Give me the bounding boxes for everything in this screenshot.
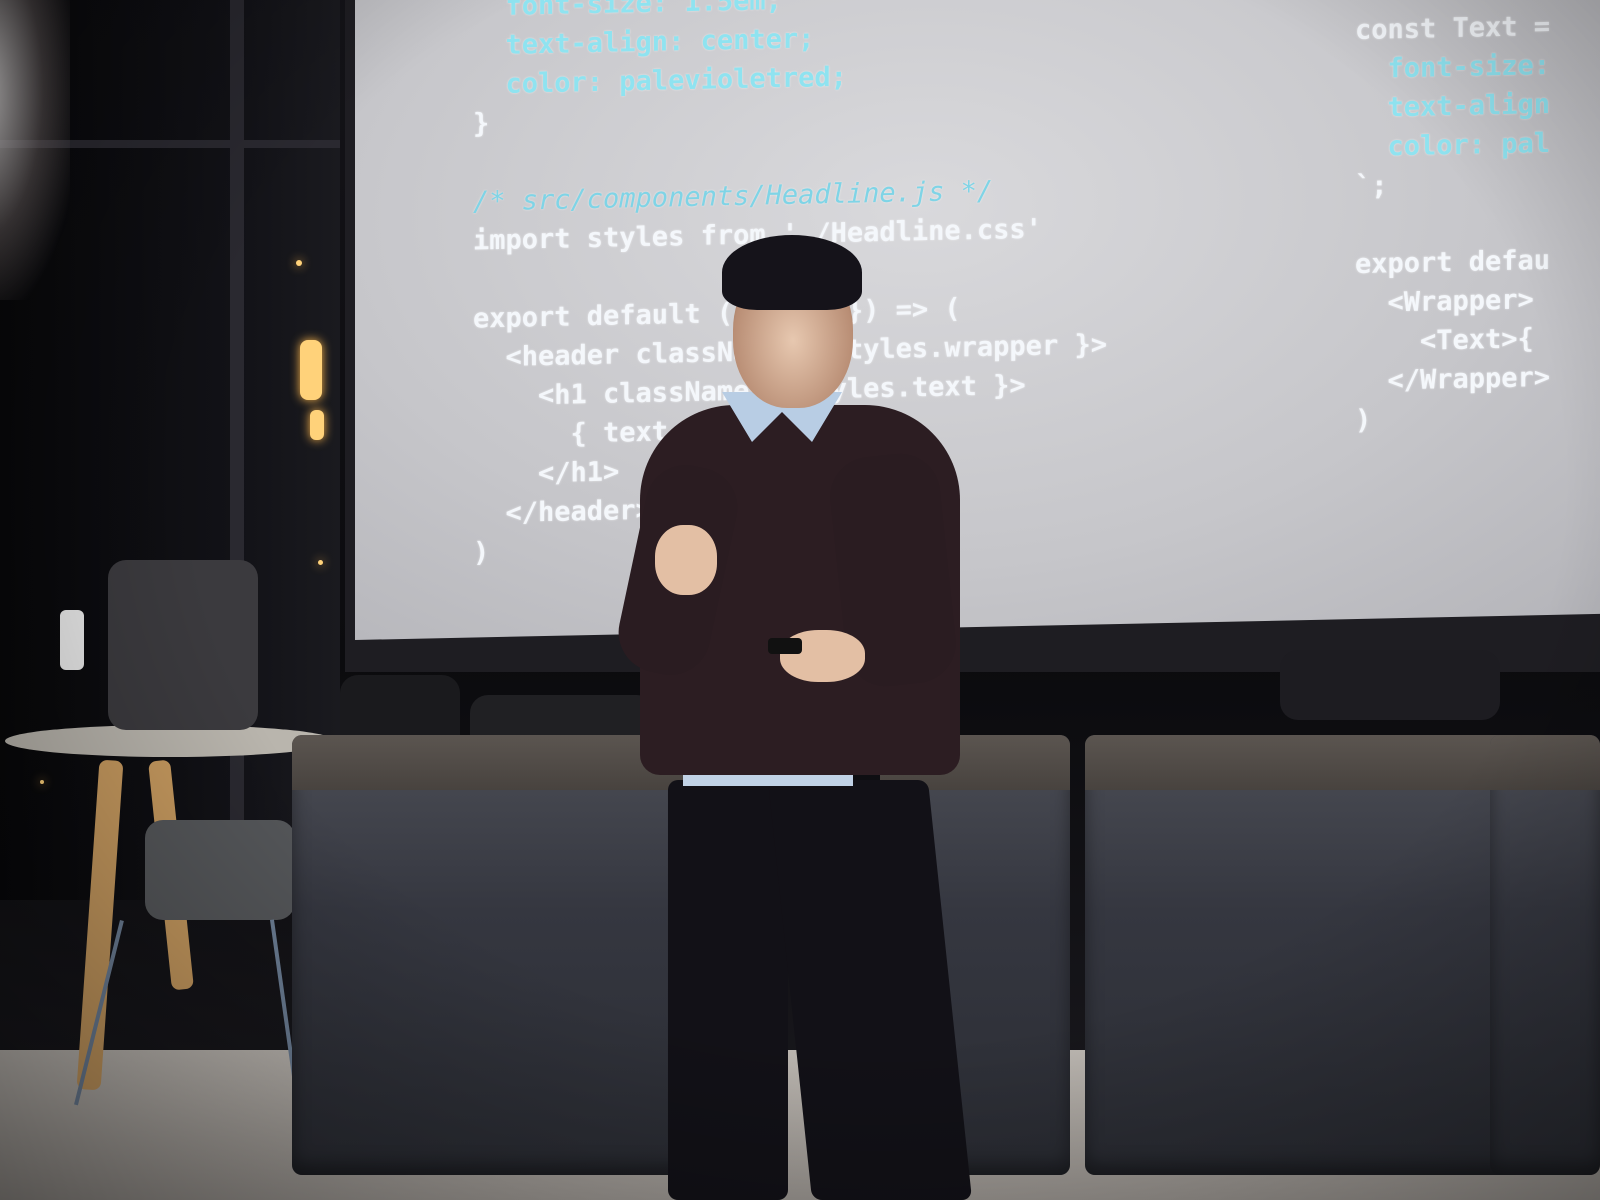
code-line: </h1>	[473, 456, 620, 491]
code-line: font-size: 1.5em;	[473, 0, 782, 23]
city-light	[40, 780, 44, 784]
code-line: text-align: center;	[473, 23, 815, 62]
bench-top	[1490, 735, 1600, 790]
city-light	[296, 260, 302, 266]
code-line: font-size:	[1355, 49, 1551, 86]
code-comment: /* src/components/Headline.js */	[473, 175, 994, 218]
code-line: color: palevioletred;	[473, 61, 847, 101]
city-light	[310, 410, 324, 440]
backpack	[108, 560, 258, 730]
bench-top	[292, 735, 687, 790]
code-line: export default ({ text }) => (	[473, 293, 961, 335]
code-line: <Wrapper>	[1355, 284, 1534, 320]
bench-seat	[1490, 735, 1600, 1175]
code-line: export defau	[1355, 244, 1551, 281]
city-light	[300, 340, 322, 400]
bag	[145, 820, 295, 920]
code-line: <header className={ styles.wrapper }>	[473, 329, 1107, 374]
code-line: )	[1355, 404, 1372, 437]
window-mullion	[230, 0, 244, 900]
code-line: const Text =	[1355, 10, 1551, 47]
bench-top	[1085, 735, 1525, 790]
code-line: `;	[1355, 170, 1388, 203]
camera-device	[60, 610, 84, 670]
bench-seat	[1085, 735, 1525, 1175]
code-line: )	[473, 537, 490, 569]
bag	[1280, 650, 1500, 720]
code-line: }	[473, 108, 490, 140]
code-block-right: const Text = font-size: text-align color…	[1355, 7, 1550, 440]
code-line: color: pal	[1355, 127, 1551, 164]
code-line: text-align	[1355, 88, 1551, 125]
code-line: </Wrapper>	[1355, 361, 1551, 398]
code-line: import styles from './Headline.css'	[473, 213, 1042, 257]
blurred-foreground-object	[0, 0, 70, 300]
code-line: </header>	[473, 494, 652, 530]
code-block-left: font-size: 1.5em; text-align: center; co…	[473, 0, 1107, 573]
code-line: { text }	[473, 415, 701, 452]
projector-screen: font-size: 1.5em; text-align: center; co…	[355, 0, 1600, 641]
photo-scene: font-size: 1.5em; text-align: center; co…	[0, 0, 1600, 1200]
code-line: <h1 className={ styles.text }>	[473, 369, 1026, 413]
city-light	[318, 560, 323, 565]
bench-top	[880, 735, 1070, 790]
code-line: <Text>{	[1355, 323, 1534, 359]
bench-seat	[292, 735, 687, 1175]
bench-seat	[880, 735, 1070, 1175]
